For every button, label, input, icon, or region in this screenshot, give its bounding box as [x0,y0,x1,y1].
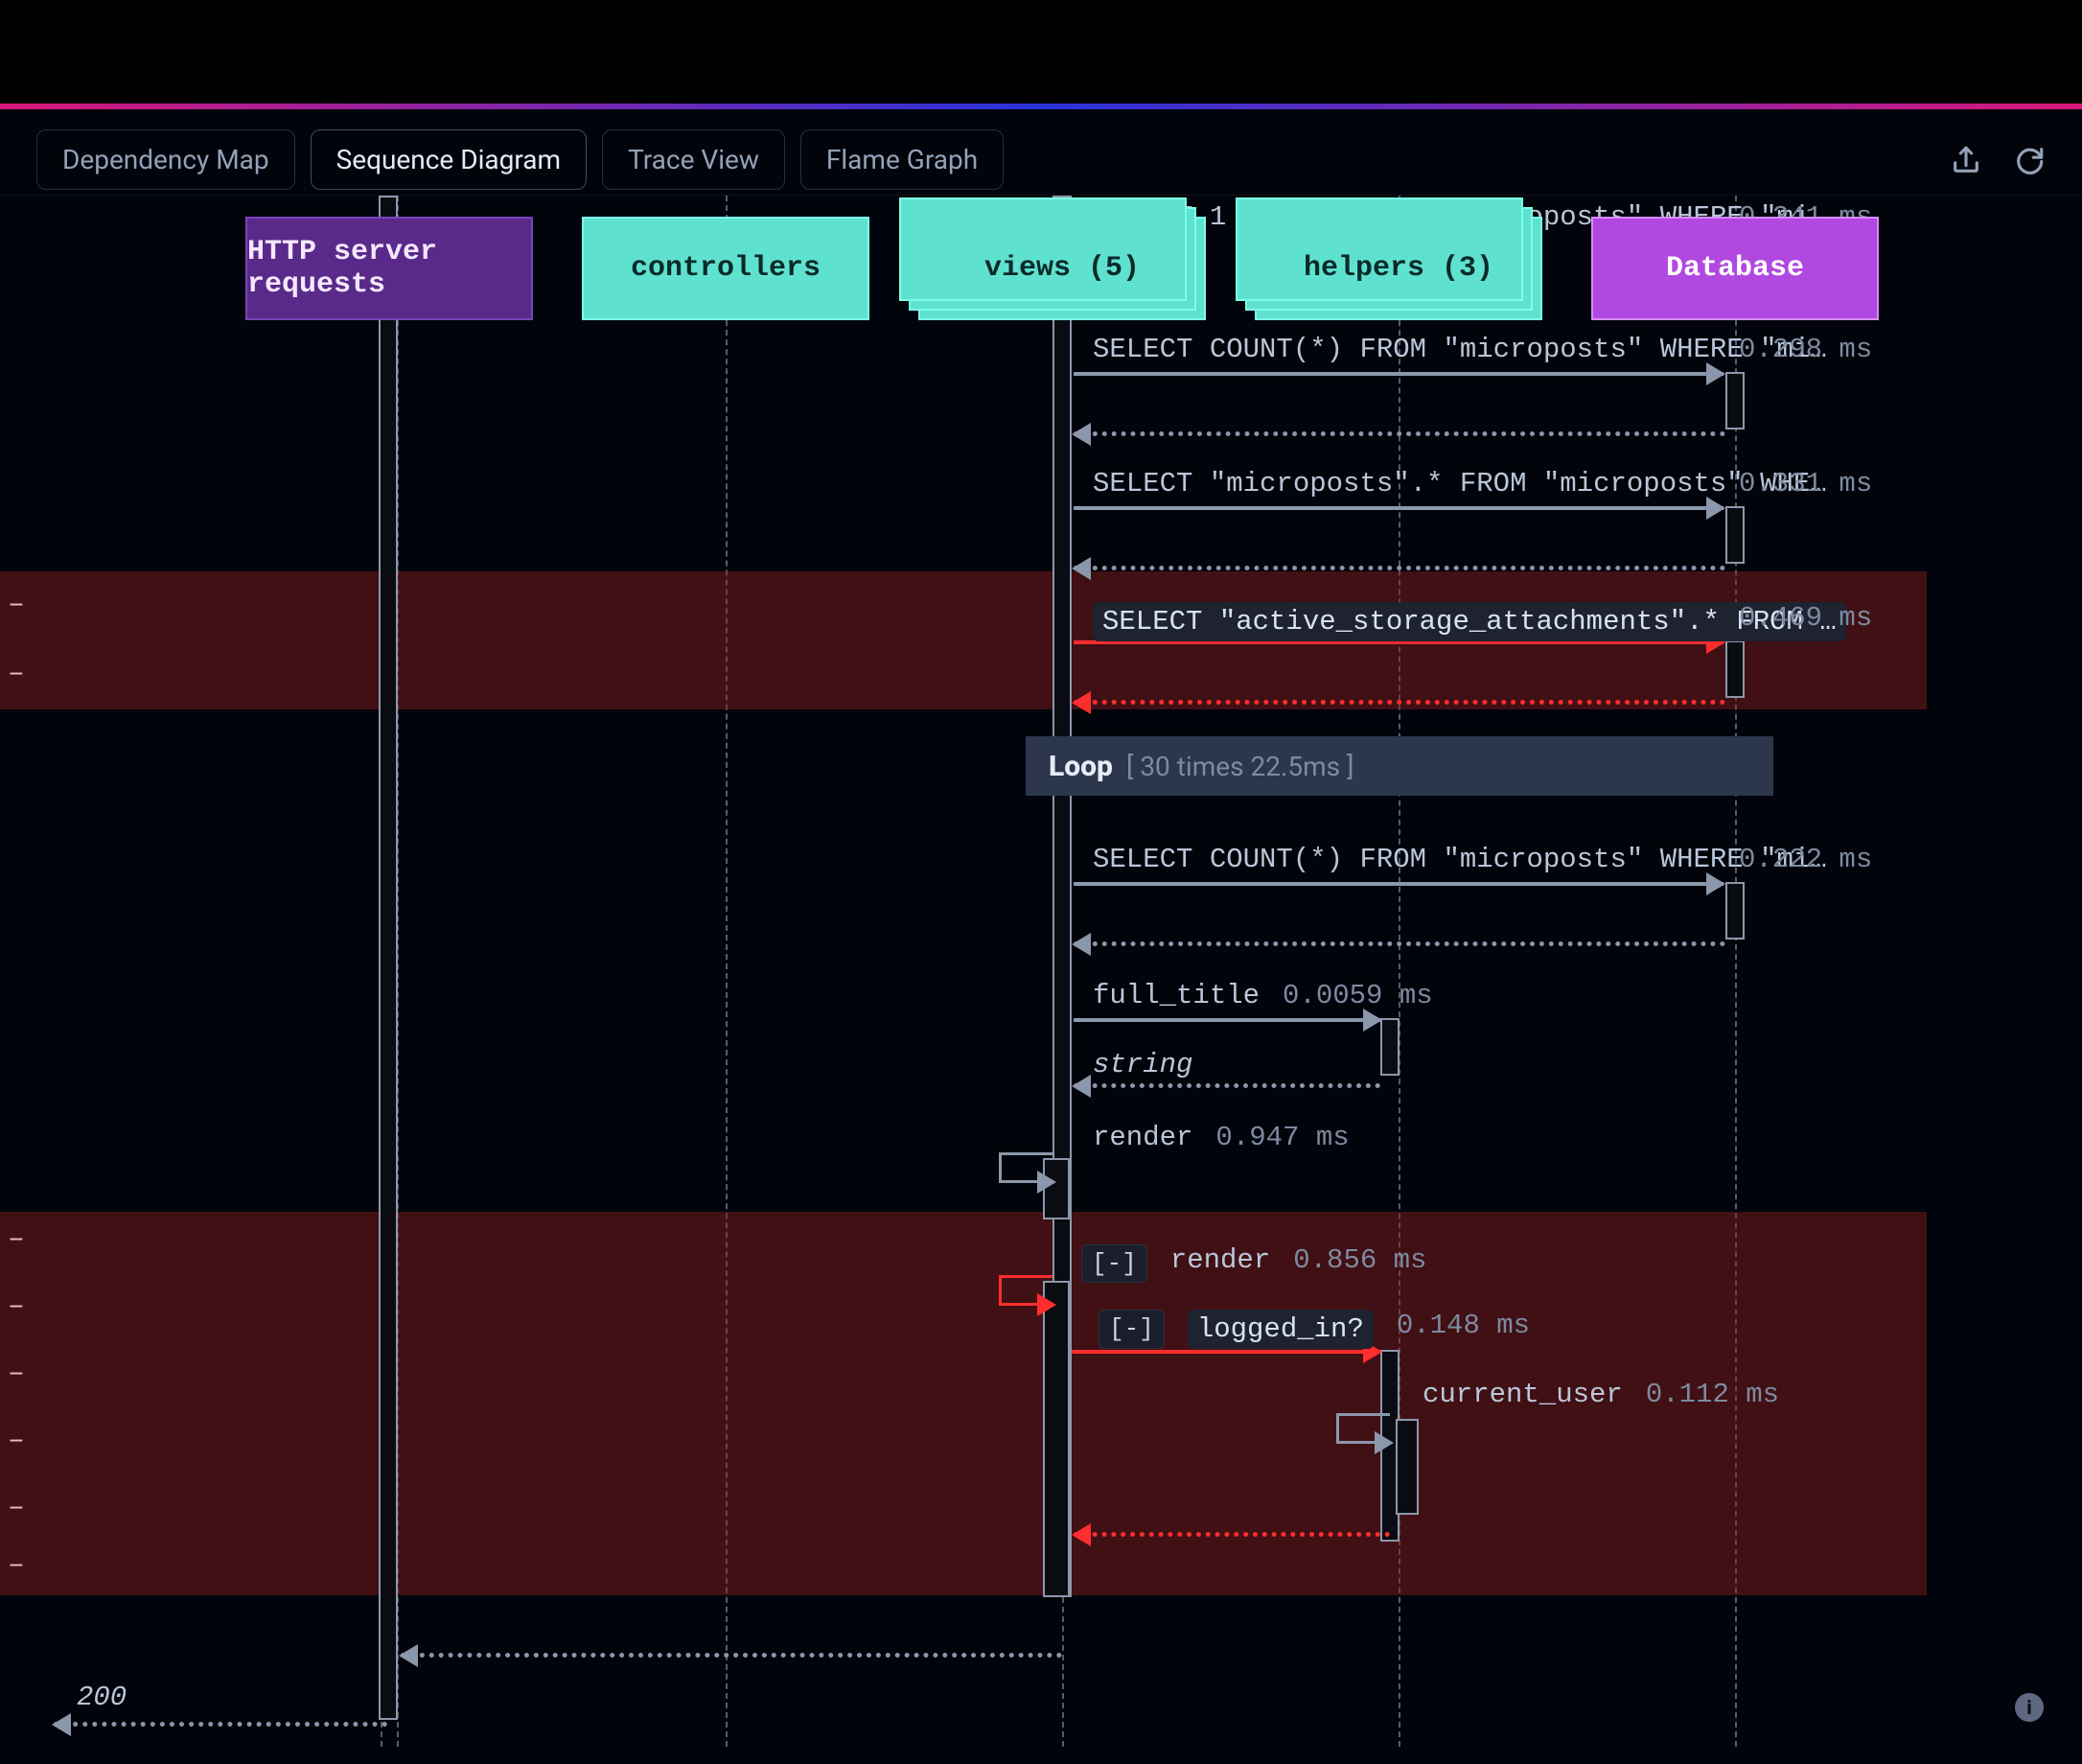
call-select-microposts[interactable]: SELECT "microposts".* FROM "microposts" … [0,474,2082,550]
arrow-return-3 [1074,700,1725,705]
tab-sequence-diagram[interactable]: Sequence Diagram [311,129,587,190]
sequence-diagram[interactable]: HTTP server requests controllers views (… [0,196,2082,1747]
call-select-active-storage[interactable]: SELECT "active_storage_attachments".* FR… [0,608,2082,685]
call-full-title[interactable]: full_title 0.0059 ms [0,986,2082,1062]
info-icon[interactable]: i [2015,1693,2044,1722]
tab-dependency-map[interactable]: Dependency Map [36,129,295,190]
refresh-icon[interactable] [2013,144,2046,176]
actor-views[interactable]: views (5) [918,217,1206,320]
call-timing: 0.469 ms [1739,602,1872,634]
call-render-1[interactable]: render 0.947 ms [0,1127,2082,1204]
tabs-right-controls [1950,144,2046,176]
arrow-return-logged-in [1074,1532,1390,1537]
return-label: string [1093,1049,1192,1080]
arrow-return-4 [1074,941,1725,946]
gutter-minus-icon[interactable]: – [0,1550,33,1583]
return-label: 200 [77,1682,127,1713]
call-current-user[interactable]: current_user 0.112 ms [0,1384,2082,1461]
return-200: 200 [0,1687,2082,1764]
loop-meta: [ 30 times 22.5ms ] [1126,751,1354,782]
actor-controllers[interactable]: controllers [582,217,869,320]
call-timing: 0.222 ms [1739,844,1872,875]
call-timing: 0.331 ms [1739,468,1872,499]
loop-title: Loop [1049,750,1113,783]
loop-band[interactable]: Loop [ 30 times 22.5ms ] [1026,736,1773,796]
share-icon[interactable] [1950,144,1982,176]
call-timing: 0.298 ms [1739,334,1872,365]
arrow-return-2 [1074,566,1725,570]
tab-flame-graph[interactable]: Flame Graph [800,129,1004,190]
call-label: current_user 0.112 ms [1423,1379,1779,1410]
call-select-count-2[interactable]: SELECT COUNT(*) FROM "microposts" WHERE … [0,849,2082,926]
call-label: [-] logged_in? 0.148 ms [1099,1310,1530,1349]
header-blank [0,0,2082,104]
arrow-return-1 [1074,431,1725,436]
actor-database[interactable]: Database [1591,217,1879,320]
collapse-toggle[interactable]: [-] [1099,1310,1165,1349]
tab-trace-view[interactable]: Trace View [602,129,785,190]
call-select-count-1[interactable]: SELECT COUNT(*) FROM "microposts" WHERE … [0,339,2082,416]
call-label: SELECT COUNT(*) FROM "microposts" WHERE … [1093,334,1827,365]
collapse-toggle[interactable]: [-] [1081,1244,1147,1283]
accent-gradient-bar [0,104,2082,109]
highlight-pill: SELECT "active_storage_attachments".* FR… [1093,602,1846,641]
actor-http-server-requests[interactable]: HTTP server requests [245,217,533,320]
call-label: SELECT "active_storage_attachments".* FR… [1093,602,1846,641]
call-label: [-] render 0.856 ms [1081,1244,1426,1283]
actor-helpers[interactable]: helpers (3) [1255,217,1542,320]
arrow-return-views-to-http [401,1653,1062,1658]
tabs-row: Dependency Map Sequence Diagram Trace Vi… [0,125,2082,196]
call-label: full_title 0.0059 ms [1093,980,1433,1011]
call-label: SELECT COUNT(*) FROM "microposts" WHERE … [1093,844,1827,875]
activation-http [379,196,398,1720]
call-label: render 0.947 ms [1093,1122,1350,1153]
return-string: string [0,1055,2082,1131]
call-label: SELECT "microposts".* FROM "microposts" … [1093,468,1827,499]
gutter-minus-icon[interactable]: – [0,1493,33,1525]
